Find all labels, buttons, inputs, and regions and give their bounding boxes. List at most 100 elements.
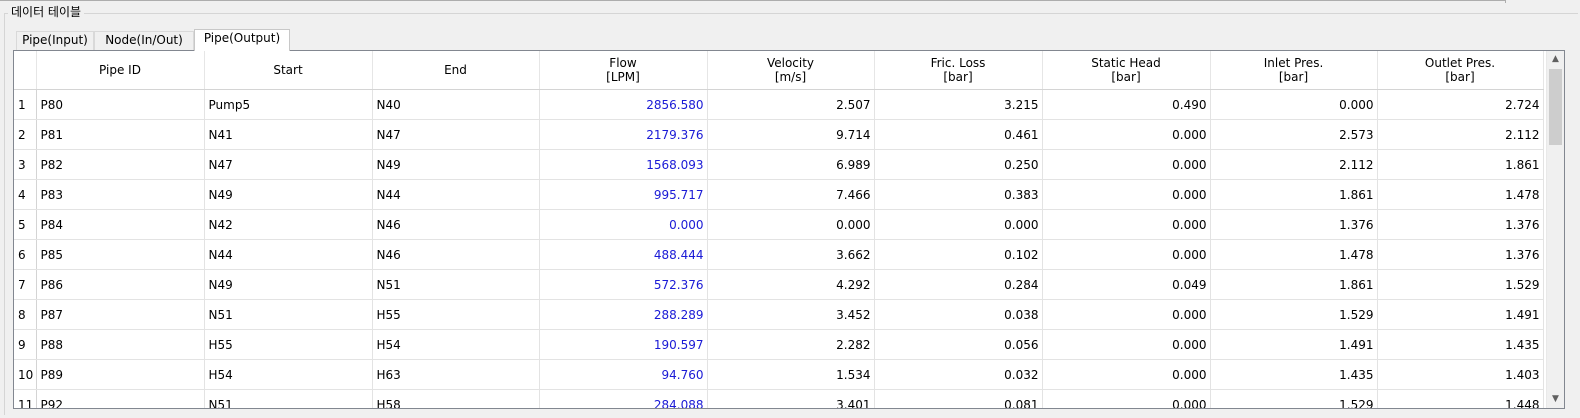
table-cell[interactable]: 0.250 [874, 149, 1043, 180]
table-cell[interactable]: 1.529 [1210, 389, 1378, 408]
table-cell[interactable]: H54 [204, 359, 373, 390]
table-cell[interactable]: N46 [372, 209, 540, 240]
row-number[interactable]: 3 [14, 149, 37, 180]
table-cell[interactable]: 1.448 [1377, 389, 1544, 408]
table-cell[interactable]: 0.000 [1042, 329, 1211, 360]
pipe-output-grid[interactable]: Pipe ID Start End Flow [LPM] Velocity [m/s] Fri… [13, 50, 1565, 409]
table-cell[interactable]: 0.000 [1042, 119, 1211, 150]
table-cell[interactable]: 3.401 [707, 389, 875, 408]
table-cell[interactable]: 1.403 [1377, 359, 1544, 390]
table-cell[interactable]: P85 [36, 239, 205, 270]
table-cell[interactable]: P80 [36, 89, 205, 120]
table-cell[interactable]: 2856.580 [539, 89, 708, 120]
table-cell[interactable]: 1.376 [1377, 239, 1544, 270]
row-number[interactable]: 8 [14, 299, 37, 330]
table-cell[interactable]: 3.215 [874, 89, 1043, 120]
column-header[interactable]: End [372, 51, 540, 90]
column-header[interactable]: Inlet Pres. [bar] [1210, 51, 1378, 90]
table-cell[interactable]: N41 [204, 119, 373, 150]
column-header[interactable]: Fric. Loss [bar] [874, 51, 1043, 90]
table-cell[interactable]: P82 [36, 149, 205, 180]
table-cell[interactable]: P84 [36, 209, 205, 240]
table-cell[interactable]: H55 [204, 329, 373, 360]
table-cell[interactable]: 0.102 [874, 239, 1043, 270]
table-cell[interactable]: P86 [36, 269, 205, 300]
table-cell[interactable]: 0.000 [1042, 209, 1211, 240]
table-row[interactable]: 1 P80 Pump5 N40 2856.580 2.507 3.215 0.490 0.000… [14, 89, 1544, 120]
table-cell[interactable]: P92 [36, 389, 205, 408]
table-cell[interactable]: 2179.376 [539, 119, 708, 150]
table-cell[interactable]: 1.478 [1377, 179, 1544, 210]
row-number[interactable]: 5 [14, 209, 37, 240]
table-cell[interactable]: N47 [372, 119, 540, 150]
table-cell[interactable]: 0.000 [874, 209, 1043, 240]
table-cell[interactable]: 0.000 [539, 209, 708, 240]
table-cell[interactable]: 1.861 [1210, 179, 1378, 210]
table-cell[interactable]: 1.376 [1377, 209, 1544, 240]
table-cell[interactable]: 2.112 [1377, 119, 1544, 150]
row-number[interactable]: 4 [14, 179, 37, 210]
column-header[interactable]: Outlet Pres. [bar] [1377, 51, 1544, 90]
table-cell[interactable]: 0.000 [1042, 149, 1211, 180]
table-cell[interactable]: 2.282 [707, 329, 875, 360]
table-cell[interactable]: 7.466 [707, 179, 875, 210]
table-cell[interactable]: 1.376 [1210, 209, 1378, 240]
table-cell[interactable]: 0.284 [874, 269, 1043, 300]
table-cell[interactable]: 1.529 [1377, 269, 1544, 300]
table-cell[interactable]: 0.056 [874, 329, 1043, 360]
table-row[interactable]: 2 P81 N41 N47 2179.376 9.714 0.461 0.000 2.573 2.… [14, 119, 1544, 150]
table-cell[interactable]: 0.490 [1042, 89, 1211, 120]
table-cell[interactable]: 0.383 [874, 179, 1043, 210]
table-cell[interactable]: N46 [372, 239, 540, 270]
table-cell[interactable]: 0.081 [874, 389, 1043, 408]
table-cell[interactable]: 0.000 [1210, 89, 1378, 120]
tab-pipe-input[interactable]: Pipe(Input) [16, 31, 94, 50]
table-cell[interactable]: N49 [204, 269, 373, 300]
table-cell[interactable]: 1.491 [1210, 329, 1378, 360]
table-cell[interactable]: N51 [372, 269, 540, 300]
table-cell[interactable]: N42 [204, 209, 373, 240]
table-cell[interactable]: 2.112 [1210, 149, 1378, 180]
table-cell[interactable]: 0.000 [1042, 389, 1211, 408]
table-cell[interactable]: N44 [372, 179, 540, 210]
table-cell[interactable]: 1.435 [1377, 329, 1544, 360]
table-cell[interactable]: N51 [204, 389, 373, 408]
column-header[interactable]: Static Head [bar] [1042, 51, 1211, 90]
table-cell[interactable]: 488.444 [539, 239, 708, 270]
table-cell[interactable]: 0.000 [1042, 239, 1211, 270]
table-cell[interactable]: 0.049 [1042, 269, 1211, 300]
table-row[interactable]: 4 P83 N49 N44 995.717 7.466 0.383 0.000 1.861 1.4… [14, 179, 1544, 210]
table-cell[interactable]: 1.861 [1210, 269, 1378, 300]
table-cell[interactable]: 1.435 [1210, 359, 1378, 390]
table-cell[interactable]: 2.507 [707, 89, 875, 120]
table-cell[interactable]: 0.000 [707, 209, 875, 240]
table-cell[interactable]: 572.376 [539, 269, 708, 300]
table-cell[interactable]: P89 [36, 359, 205, 390]
table-cell[interactable]: N44 [204, 239, 373, 270]
chevron-down-icon[interactable]: ▼ [1547, 391, 1564, 408]
table-cell[interactable]: N40 [372, 89, 540, 120]
table-cell[interactable]: 0.000 [1042, 359, 1211, 390]
vertical-scrollbar[interactable]: ▲ ▼ [1546, 51, 1564, 408]
table-cell[interactable]: 190.597 [539, 329, 708, 360]
table-cell[interactable]: H58 [372, 389, 540, 408]
scrollbar-thumb[interactable] [1549, 69, 1562, 145]
table-cell[interactable]: 6.989 [707, 149, 875, 180]
table-cell[interactable]: 2.573 [1210, 119, 1378, 150]
table-cell[interactable]: 0.000 [1042, 299, 1211, 330]
table-cell[interactable]: 1.478 [1210, 239, 1378, 270]
table-cell[interactable]: 1.534 [707, 359, 875, 390]
table-row[interactable]: 10 P89 H54 H63 94.760 1.534 0.032 0.000 1.435 1.4… [14, 359, 1544, 390]
chevron-up-icon[interactable]: ▲ [1547, 51, 1564, 68]
table-cell[interactable]: H63 [372, 359, 540, 390]
table-row[interactable]: 9 P88 H55 H54 190.597 2.282 0.056 0.000 1.491 1.4… [14, 329, 1544, 360]
tab-node-in-out[interactable]: Node(In/Out) [94, 31, 194, 50]
column-header[interactable]: Velocity [m/s] [707, 51, 875, 90]
table-cell[interactable]: 3.452 [707, 299, 875, 330]
row-number[interactable]: 6 [14, 239, 37, 270]
table-cell[interactable]: 288.289 [539, 299, 708, 330]
table-cell[interactable]: 284.088 [539, 389, 708, 408]
table-cell[interactable]: P87 [36, 299, 205, 330]
table-cell[interactable]: 0.038 [874, 299, 1043, 330]
table-cell[interactable]: 0.000 [1042, 179, 1211, 210]
